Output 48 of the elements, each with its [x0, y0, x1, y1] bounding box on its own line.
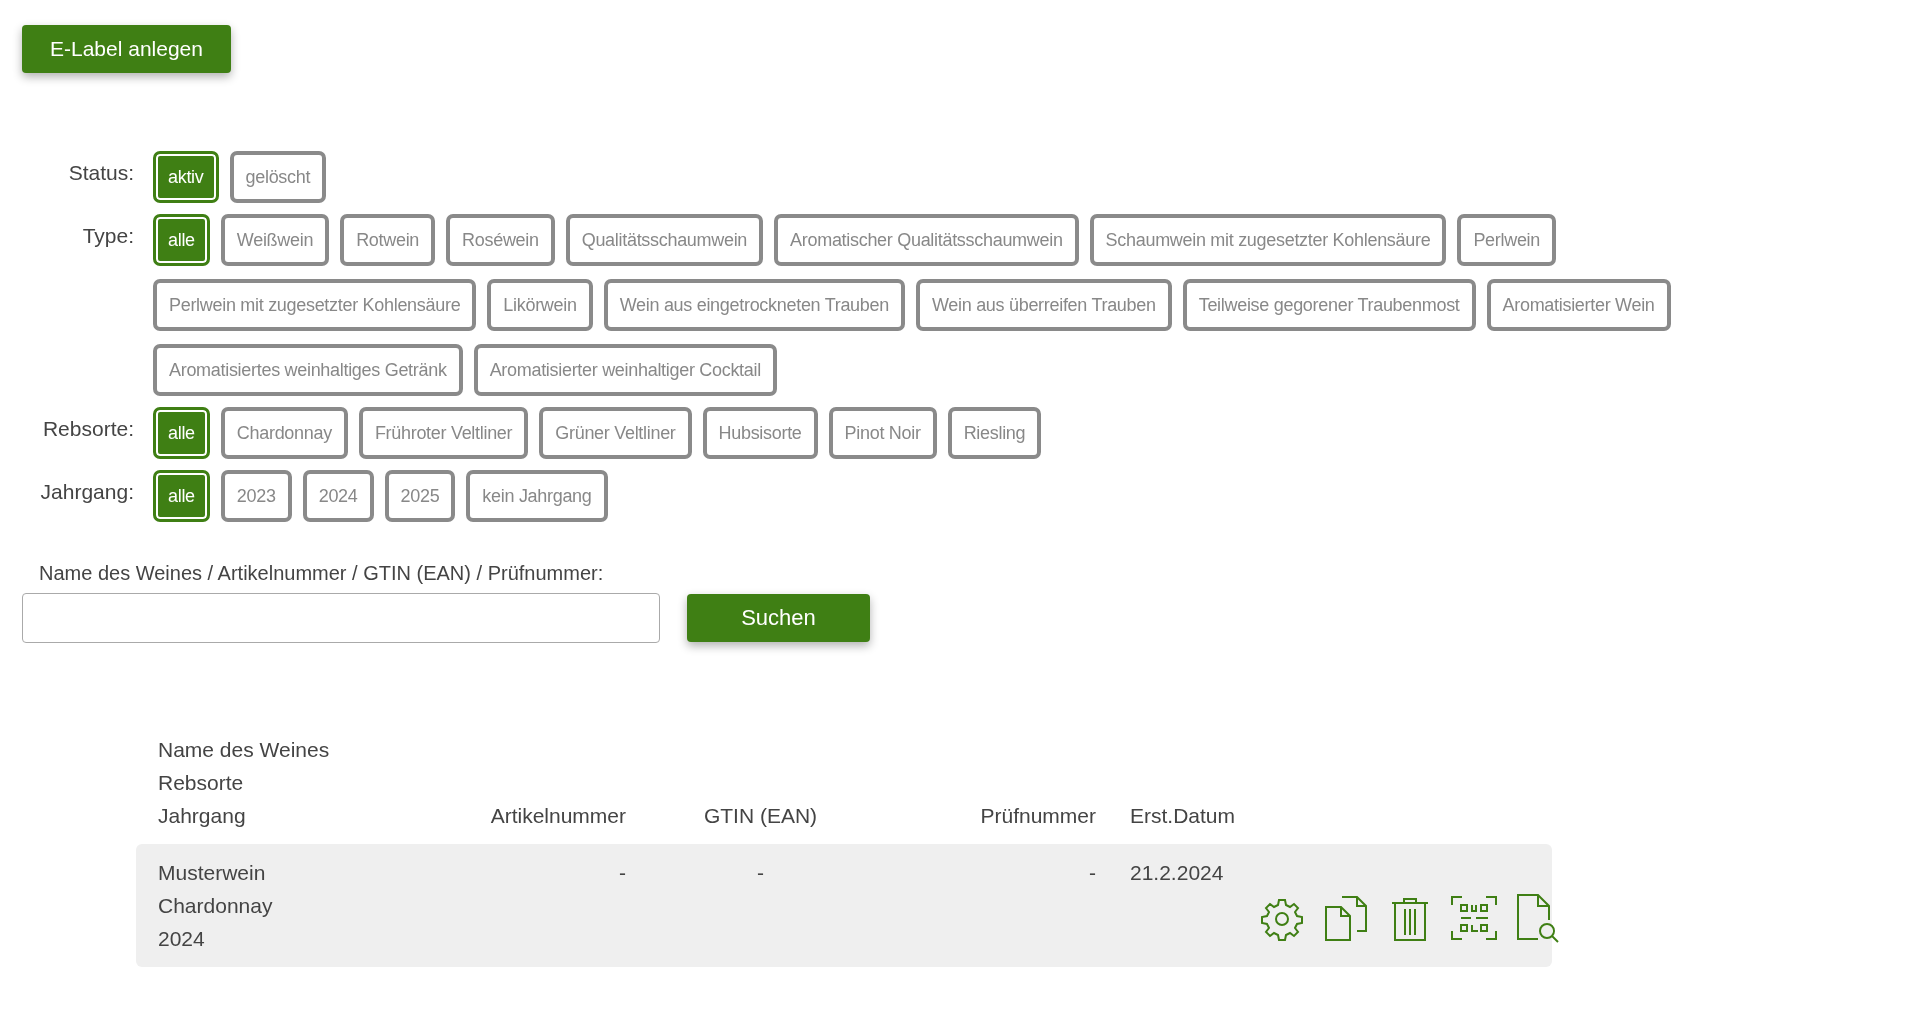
table-cell-text: 21.2.2024	[1129, 860, 1224, 886]
filter-chip[interactable]: Roséwein	[446, 214, 555, 266]
table-cell-text: -	[619, 860, 626, 886]
filter-label: Status:	[68, 161, 134, 185]
filter-label: Rebsorte:	[42, 417, 134, 441]
filter-chip[interactable]: Wein aus überreifen Trauben	[915, 279, 1172, 331]
filter-chip[interactable]: Likörwein	[487, 279, 593, 331]
table-cell-text: -	[757, 860, 764, 886]
filter-chip[interactable]: alle	[153, 214, 210, 266]
filter-chip[interactable]: kein Jahrgang	[466, 470, 608, 522]
column-header: Erst.Datum	[1129, 803, 1236, 829]
column-header: Name des Weines Rebsorte Jahrgang	[158, 737, 330, 829]
filter-chip[interactable]: alle	[153, 407, 210, 459]
filter-chip[interactable]: 2024	[302, 470, 374, 522]
search-label: Name des Weines / Artikelnummer / GTIN (EAN) / Prüfnummer:	[39, 562, 604, 585]
filter-chip[interactable]: Grüner Veltliner	[539, 407, 692, 459]
filter-chip[interactable]: Weißwein	[220, 214, 330, 266]
filter-chip[interactable]: 2025	[384, 470, 456, 522]
table-cell-text: -	[1089, 860, 1096, 886]
filter-chip[interactable]: Perlwein mit zugesetzter Kohlensäure	[153, 279, 477, 331]
create-label-button[interactable]: E-Label anlegen	[22, 25, 231, 73]
column-header: Artikelnummer	[490, 803, 626, 829]
filter-label: Type:	[82, 224, 134, 248]
filter-chip[interactable]: Teilweise gegorener Traubenmost	[1182, 279, 1476, 331]
search-field[interactable]	[22, 593, 660, 643]
filter-chip[interactable]: Aromatisierter weinhaltiger Cocktail	[473, 344, 777, 396]
filter-chip[interactable]: Qualitätsschaumwein	[565, 214, 764, 266]
filter-chip[interactable]: aktiv	[153, 151, 219, 203]
filter-chip[interactable]: gelöscht	[229, 151, 327, 203]
filter-chip[interactable]: Pinot Noir	[828, 407, 937, 459]
filter-chip[interactable]: Frühroter Veltliner	[358, 407, 529, 459]
filter-chip[interactable]: Wein aus eingetrockneten Trauben	[603, 279, 905, 331]
filter-chip[interactable]: 2023	[220, 470, 292, 522]
filter-chip[interactable]: Perlwein	[1457, 214, 1557, 266]
filter-chip[interactable]: Schaumwein mit zugesetzter Kohlensäure	[1089, 214, 1447, 266]
filter-chip[interactable]: Hubsisorte	[702, 407, 818, 459]
filter-label: Jahrgang:	[40, 480, 134, 504]
search-button[interactable]: Suchen	[687, 594, 870, 642]
column-header: Prüfnummer	[980, 803, 1096, 829]
filter-chip[interactable]: Aromatischer Qualitätsschaumwein	[774, 214, 1079, 266]
filter-chip[interactable]: Aromatisiertes weinhaltiges Getränk	[153, 344, 463, 396]
filter-chip[interactable]: Riesling	[947, 407, 1042, 459]
filter-chip[interactable]: Rotwein	[340, 214, 436, 266]
filter-chip[interactable]: alle	[153, 470, 210, 522]
filter-chip[interactable]: Chardonnay	[220, 407, 348, 459]
table-cell-text: Musterwein Chardonnay 2024	[158, 860, 273, 952]
filter-chip[interactable]: Aromatisierter Wein	[1486, 279, 1671, 331]
column-header: GTIN (EAN)	[703, 803, 818, 829]
